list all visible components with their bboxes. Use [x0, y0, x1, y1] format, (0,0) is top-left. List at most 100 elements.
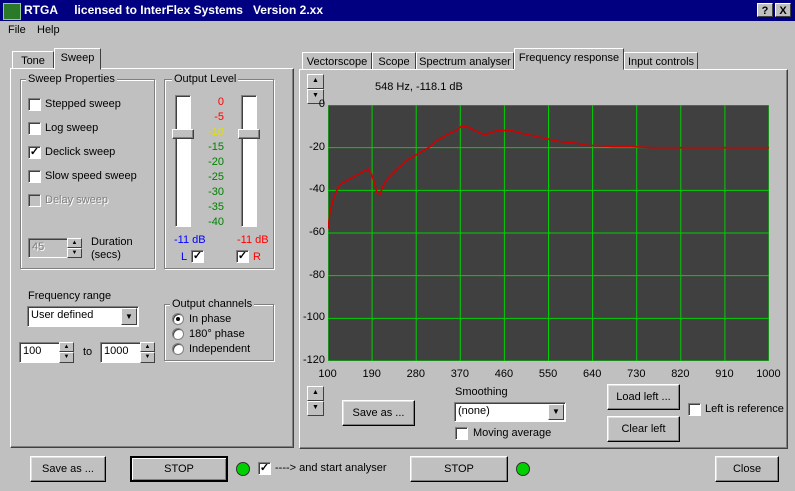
menu-help[interactable]: Help [37, 24, 60, 36]
frequency-to-up-icon[interactable]: ▲ [140, 342, 155, 352]
left-channel-checkbox[interactable]: ✓ [191, 250, 204, 263]
slow-speed-sweep-label: Slow speed sweep [45, 170, 137, 182]
frequency-to-field[interactable]: 1000 [100, 342, 142, 363]
tab-spectrum-analyser[interactable]: Spectrum analyser [416, 52, 514, 70]
x-tick-label: 640 [583, 368, 602, 380]
left-is-reference-checkbox[interactable] [688, 403, 701, 416]
frequency-range-value: User defined [31, 309, 94, 321]
duration-stepper[interactable]: ▲ ▼ [67, 238, 82, 258]
x-tick-label: 820 [671, 368, 690, 380]
duration-up-arrow-icon[interactable]: ▲ [67, 238, 82, 248]
clear-left-button[interactable]: Clear left [607, 416, 680, 442]
sweep-properties-title: Sweep Properties [26, 73, 117, 85]
tab-frequency-response[interactable]: Frequency response [514, 48, 624, 70]
declick-sweep-checkbox[interactable]: ✓ [28, 146, 41, 159]
frequency-from-field[interactable]: 100 [19, 342, 61, 363]
x-tick-label: 550 [538, 368, 558, 380]
output-level-title: Output Level [172, 73, 239, 85]
stepped-sweep-checkbox[interactable] [28, 98, 41, 111]
output-level-tick: -35 [208, 201, 224, 213]
frequency-from-down-icon[interactable]: ▼ [59, 352, 74, 363]
right-channel-checkbox[interactable]: ✓ [236, 250, 249, 263]
duration-unit-label: (secs) [91, 249, 121, 261]
window-title: RTGA licensed to InterFlex Systems Versi… [24, 3, 323, 17]
left-channel-label: L [181, 251, 188, 263]
moving-average-label: Moving average [473, 427, 552, 439]
output-level-tick: -10 [208, 126, 224, 138]
stepped-sweep-label: Stepped sweep [45, 98, 121, 110]
delay-sweep-checkbox[interactable] [28, 194, 41, 207]
sweep-status-led-icon [236, 462, 250, 476]
x-tick-label: 910 [715, 368, 734, 380]
output-level-tick: -5 [214, 111, 224, 123]
left-level-slider[interactable] [172, 129, 194, 140]
start-analyser-checkbox[interactable]: ✓ [258, 462, 271, 475]
frequency-to-stepper[interactable]: ▲ ▼ [140, 342, 155, 363]
x-tick-label: 730 [627, 368, 646, 380]
output-level-tick: -30 [208, 186, 224, 198]
phase-180-label: 180° phase [189, 328, 245, 340]
slow-speed-sweep-checkbox[interactable] [28, 170, 41, 183]
stop-sweep-button[interactable]: STOP [130, 456, 228, 482]
stop-analyser-button[interactable]: STOP [410, 456, 508, 482]
log-sweep-checkbox[interactable] [28, 122, 41, 135]
frequency-to-down-icon[interactable]: ▼ [140, 352, 155, 363]
delay-sweep-label: Delay sweep [45, 194, 108, 206]
tab-input-controls[interactable]: Input controls [624, 52, 698, 70]
output-level-tick: 0 [217, 96, 224, 108]
title-bar[interactable]: RTGA licensed to InterFlex Systems Versi… [0, 0, 795, 21]
x-tick-label: 100 [318, 368, 337, 380]
y-tick-label: -20 [309, 140, 325, 153]
analyser-status-led-icon [516, 462, 530, 476]
left-is-reference-label: Left is reference [705, 403, 784, 415]
duration-down-arrow-icon[interactable]: ▼ [67, 248, 82, 258]
bottom-save-as-button[interactable]: Save as ... [30, 456, 106, 482]
declick-sweep-label: Declick sweep [45, 146, 116, 158]
output-level-tick: -20 [208, 156, 224, 168]
smoothing-dropdown-icon[interactable]: ▼ [548, 404, 564, 420]
y-scroll-up-icon[interactable]: ▲ [307, 74, 324, 89]
phase-180-radio[interactable] [172, 328, 184, 340]
plot-save-as-button[interactable]: Save as ... [342, 400, 415, 426]
frequency-range-dropdown-icon[interactable]: ▼ [121, 308, 137, 325]
tab-sweep[interactable]: Sweep [54, 48, 101, 70]
close-button[interactable]: Close [715, 456, 779, 482]
x-tick-label: 190 [362, 368, 381, 380]
cursor-readout: 548 Hz, -118.1 dB [375, 81, 463, 93]
output-level-tick: -25 [208, 171, 224, 183]
x-scroll-down-icon[interactable]: ▼ [307, 401, 324, 416]
x-tick-label: 370 [450, 368, 470, 380]
output-channels-title: Output channels [170, 298, 255, 310]
duration-label: Duration [91, 236, 133, 248]
load-left-button[interactable]: Load left ... [607, 384, 680, 410]
menu-bar: File Help [0, 21, 795, 39]
menu-file[interactable]: File [8, 24, 26, 36]
independent-label: Independent [189, 343, 251, 355]
y-tick-label: -100 [302, 311, 325, 324]
tab-tone[interactable]: Tone [12, 51, 54, 69]
frequency-from-up-icon[interactable]: ▲ [59, 342, 74, 352]
y-tick-label: -120 [302, 354, 325, 366]
in-phase-radio[interactable] [172, 313, 184, 325]
output-level-tick: -40 [208, 216, 224, 228]
left-level-db: -11 dB [174, 234, 206, 246]
left-level-track [175, 95, 191, 227]
log-sweep-label: Log sweep [45, 122, 99, 134]
start-analyser-label: ----> and start analyser [275, 462, 387, 474]
frequency-to-label: to [83, 346, 93, 358]
close-window-button[interactable]: X [775, 3, 791, 17]
independent-radio[interactable] [172, 343, 184, 355]
tab-scope[interactable]: Scope [372, 52, 416, 70]
tab-vectorscope[interactable]: Vectorscope [302, 52, 372, 70]
frequency-from-stepper[interactable]: ▲ ▼ [59, 342, 74, 363]
duration-field[interactable]: 45 [28, 238, 68, 258]
y-tick-label: -80 [309, 268, 325, 281]
x-scroll-up-icon[interactable]: ▲ [307, 386, 324, 401]
x-tick-label: 280 [406, 368, 425, 380]
right-level-slider[interactable] [238, 129, 260, 140]
help-button[interactable]: ? [757, 3, 773, 17]
y-tick-label: -60 [309, 226, 325, 238]
y-tick-label: -40 [309, 183, 325, 196]
frequency-response-plot[interactable] [328, 105, 769, 361]
moving-average-checkbox[interactable] [455, 427, 468, 440]
